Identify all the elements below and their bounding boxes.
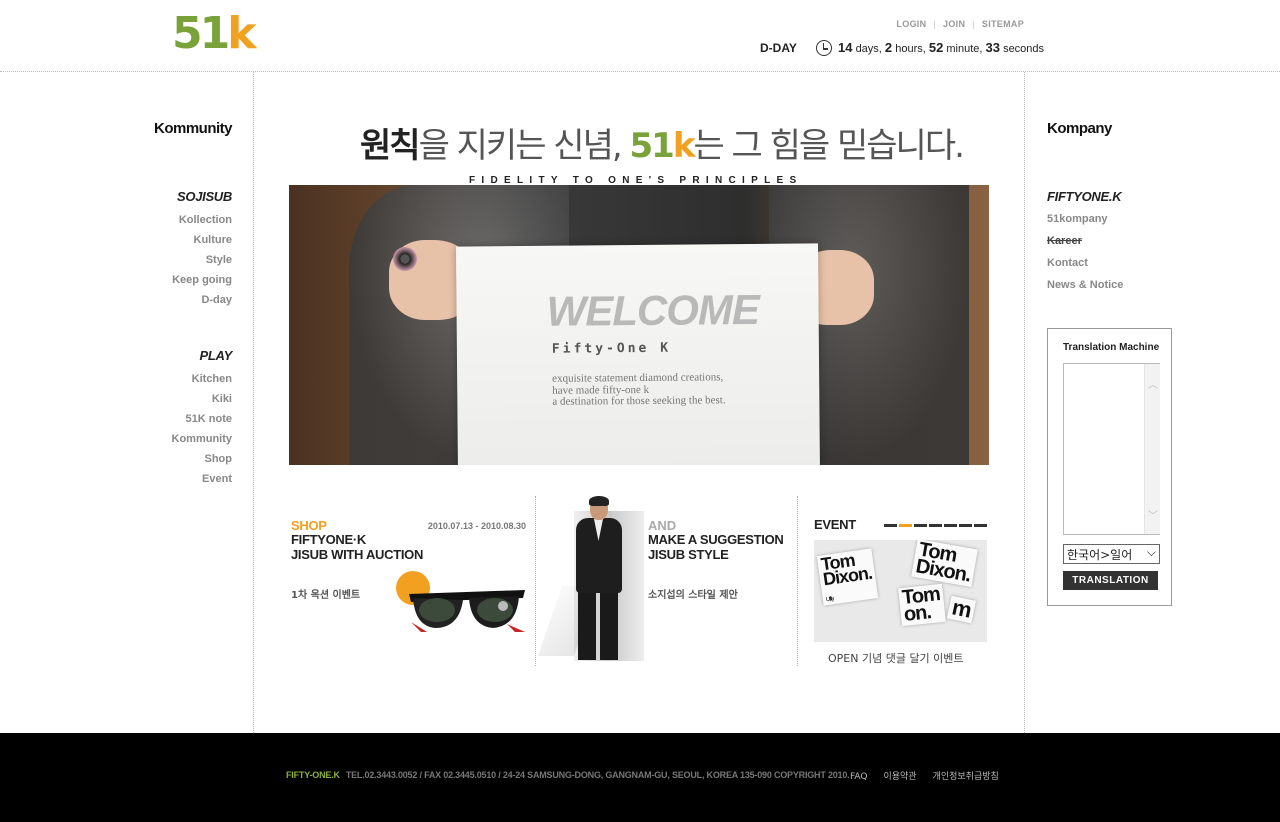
hero-image: WELCOME Fifty-One K exquisite statement … xyxy=(289,185,989,465)
nav-item-event[interactable]: Event xyxy=(100,469,232,489)
login-link[interactable]: LOGIN xyxy=(896,19,926,29)
nav-item-51kompany[interactable]: 51kompany xyxy=(1047,208,1197,230)
right-divider xyxy=(1024,72,1025,733)
chevron-down-icon: ⌵ xyxy=(1146,545,1156,559)
ring-icon xyxy=(393,247,417,271)
dday-label: D-DAY xyxy=(760,41,797,55)
right-nav-title: Kompany xyxy=(1047,120,1112,137)
nav-item-dday[interactable]: D-day xyxy=(100,290,232,310)
translation-title: Translation Machine xyxy=(1063,342,1160,353)
nav-item-news-notice[interactable]: News & Notice xyxy=(1047,274,1197,296)
nav-heading-sojisub[interactable]: SOJISUB xyxy=(100,189,232,204)
event-tag: EVENT xyxy=(814,517,856,532)
translation-button[interactable]: TRANSLATION xyxy=(1063,571,1158,590)
scroll-up-icon[interactable]: ︿ xyxy=(1148,376,1158,391)
footer-link-privacy[interactable]: 개인정보취급방침 xyxy=(933,772,999,782)
style-title: MAKE A SUGGESTION JISUB STYLE xyxy=(648,532,784,562)
nav-item-51k-note[interactable]: 51K note xyxy=(100,409,232,429)
dday-countdown: D-DAY 14 days, 2 hours, 52 minute, 33 se… xyxy=(760,40,1045,56)
footer-brand: FIFTY-ONE.K xyxy=(286,770,340,780)
footer-info: FIFTY-ONE.K TEL.02.3443.0052 / FAX 02.344… xyxy=(286,770,850,780)
welcome-text: WELCOME xyxy=(546,285,760,335)
nav-item-kitchen[interactable]: Kitchen xyxy=(100,369,232,389)
sunglasses-icon xyxy=(409,590,525,632)
top-links: LOGIN | JOIN | SITEMAP xyxy=(896,19,1024,29)
welcome-sign: WELCOME Fifty-One K exquisite statement … xyxy=(456,243,820,465)
right-nav: Kompany FIFTYONE.K 51kompany Kareer Kont… xyxy=(1047,120,1197,296)
slide-dot[interactable] xyxy=(929,524,942,527)
shop-panel[interactable]: SHOP 2010.07.13 - 2010.08.30 FIFTYONE·K … xyxy=(289,496,534,666)
slide-dot[interactable] xyxy=(914,524,927,527)
nav-item-kontact[interactable]: Kontact xyxy=(1047,252,1197,274)
shop-note: 1차 옥션 이벤트 xyxy=(291,590,361,601)
left-nav-title: Kommunity xyxy=(154,120,233,137)
hero-brand: Fifty-One K xyxy=(551,340,672,357)
style-tag: AND xyxy=(648,518,677,533)
left-nav: Kommunity SOJISUB Kollection Kulture Sty… xyxy=(100,120,233,489)
nav-heading-play[interactable]: PLAY xyxy=(100,348,232,363)
scroll-down-icon[interactable]: ﹀ xyxy=(1148,507,1158,522)
join-link[interactable]: JOIN xyxy=(943,19,965,29)
header: 51k LOGIN | JOIN | SITEMAP D-DAY 14 days, 2 … xyxy=(0,0,1280,72)
slide-dot-active[interactable] xyxy=(899,524,912,527)
hero-description: exquisite statement diamond creations, h… xyxy=(552,371,726,408)
footer-link-faq[interactable]: FAQ xyxy=(850,772,867,782)
style-note: 소지섭의 스타일 제안 xyxy=(648,590,738,601)
nav-item-style[interactable]: Style xyxy=(100,250,232,270)
headline-brand: 51k xyxy=(629,126,695,166)
clock-icon xyxy=(815,40,832,56)
slide-dot[interactable] xyxy=(884,524,897,527)
shop-title: FIFTYONE·K JISUB WITH AUCTION xyxy=(291,532,424,562)
translation-box: Translation Machine ︿ ﹀ 한국어>일어 ⌵ TRANSLA… xyxy=(1047,328,1172,606)
sitemap-link[interactable]: SITEMAP xyxy=(982,19,1024,29)
event-slide-indicator xyxy=(884,524,987,527)
slide-dot[interactable] xyxy=(944,524,957,527)
nav-item-kiki[interactable]: Kiki xyxy=(100,389,232,409)
slide-dot[interactable] xyxy=(959,524,972,527)
nav-item-kulture[interactable]: Kulture xyxy=(100,230,233,250)
slide-dot[interactable] xyxy=(974,524,987,527)
shop-tag: SHOP xyxy=(291,518,327,533)
left-divider xyxy=(253,72,254,733)
event-image[interactable]: Tom Dixon. Utility Tom Dixon. Tom on. m xyxy=(814,540,987,642)
style-panel[interactable]: AND MAKE A SUGGESTION JISUB STYLE 소지섭의 스… xyxy=(535,496,796,666)
nav-item-shop[interactable]: Shop xyxy=(100,449,233,469)
footer-link-terms[interactable]: 이용약관 xyxy=(883,772,916,782)
nav-item-kareer[interactable]: Kareer xyxy=(1047,230,1197,252)
language-select[interactable]: 한국어>일어 ⌵ xyxy=(1063,544,1160,564)
translation-scrollbar[interactable]: ︿ ﹀ xyxy=(1144,364,1160,534)
event-caption[interactable]: OPEN 기념 댓글 달기 이벤트 xyxy=(828,650,964,666)
shop-date: 2010.07.13 - 2010.08.30 xyxy=(427,521,526,531)
event-panel: EVENT Tom Dixon. Utility Tom Dixon. Tom on. … xyxy=(797,496,989,666)
page-headline: 원칙을 지키는 신념, 51k는 그 힘을 믿습니다. xyxy=(360,126,965,166)
site-logo[interactable]: 51k xyxy=(172,12,257,56)
footer: FIFTY-ONE.K TEL.02.3443.0052 / FAX 02.344… xyxy=(0,733,1280,822)
nav-heading-fiftyone[interactable]: FIFTYONE.K xyxy=(1047,189,1197,204)
nav-item-keep-going[interactable]: Keep going xyxy=(100,270,232,290)
footer-links: FAQ 이용약관 개인정보취급방침 xyxy=(850,769,1015,782)
nav-item-kollection[interactable]: Kollection xyxy=(100,210,232,230)
nav-item-kommunity[interactable]: Kommunity xyxy=(100,429,233,449)
